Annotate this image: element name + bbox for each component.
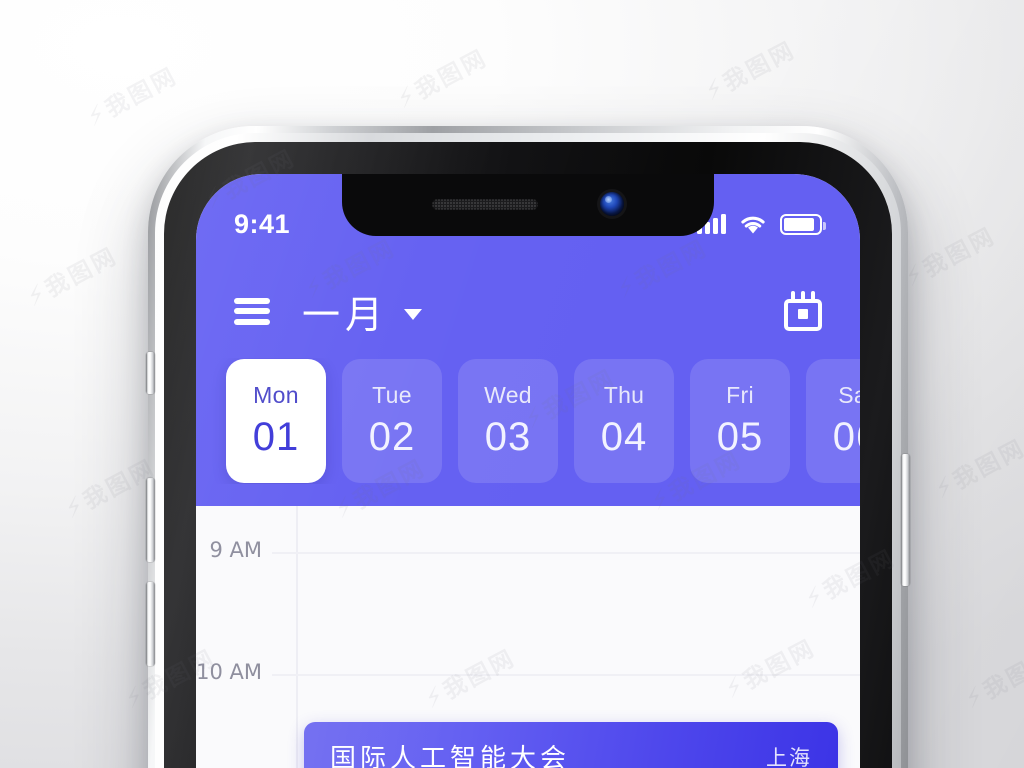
month-selector[interactable]: 一月 [302, 284, 423, 339]
app-header: 9:41 一月 Mon 01 Tue 02 Wed 03 Thu 04 Fri … [196, 174, 860, 506]
power-button[interactable] [901, 454, 910, 586]
date-card-dayofweek: Sat [838, 382, 860, 408]
phone-bezel: 9:41 一月 Mon 01 Tue 02 Wed 03 Thu 04 Fri … [164, 142, 892, 768]
date-card-dayofweek: Thu [603, 382, 645, 408]
wifi-icon [741, 216, 765, 233]
hour-gridline [272, 552, 860, 554]
battery-icon [780, 213, 826, 235]
date-strip[interactable]: Mon01Tue02Wed03Thu04Fri05Sat06Sun07Mon08 [196, 358, 860, 484]
event-card-top: 国际人工智能大会 上海 [330, 738, 812, 768]
date-card-tue-02[interactable]: Tue 02 [342, 359, 442, 483]
mute-switch[interactable] [146, 352, 155, 394]
phone-device: 9:41 一月 Mon 01 Tue 02 Wed 03 Thu 04 Fri … [148, 126, 908, 768]
studio-backdrop: 9:41 一月 Mon 01 Tue 02 Wed 03 Thu 04 Fri … [0, 0, 1024, 768]
hour-row: 9 AM [196, 538, 860, 562]
calendar-icon[interactable] [784, 291, 822, 331]
hour-row: 10 AM [196, 660, 860, 684]
earpiece-speaker-icon [432, 198, 538, 210]
time-column-divider [296, 506, 298, 768]
volume-down-button[interactable] [146, 582, 155, 666]
watermark: ⚡我图网 [930, 434, 1024, 505]
status-icons [697, 213, 826, 235]
hour-gridline [272, 674, 860, 676]
event-card[interactable]: 国际人工智能大会 上海 11 AM – 12 PM | 1 hour to go [304, 722, 838, 768]
date-card-daynumber: 05 [716, 415, 764, 459]
watermark: ⚡我图网 [22, 242, 122, 313]
hour-label: 10 AM [196, 660, 262, 684]
hamburger-menu-icon[interactable] [234, 297, 270, 325]
watermark: ⚡我图网 [700, 36, 800, 107]
watermark: ⚡我图网 [82, 62, 182, 133]
date-card-fri-05[interactable]: Fri 05 [690, 359, 790, 483]
date-card-dayofweek: Fri [726, 382, 754, 408]
event-title: 国际人工智能大会 [330, 744, 571, 768]
chevron-down-icon [404, 308, 423, 320]
front-camera-icon [600, 192, 624, 216]
watermark: ⚡我图网 [960, 644, 1024, 715]
date-card-mon-01[interactable]: Mon 01 [226, 359, 326, 483]
hour-label: 9 AM [209, 538, 262, 562]
watermark: ⚡我图网 [392, 44, 492, 115]
status-time: 9:41 [234, 208, 291, 239]
date-card-thu-04[interactable]: Thu 04 [574, 359, 674, 483]
phone-screen: 9:41 一月 Mon 01 Tue 02 Wed 03 Thu 04 Fri … [196, 174, 860, 768]
date-card-dayofweek: Tue [372, 382, 412, 408]
month-label: 一月 [302, 292, 389, 337]
watermark: ⚡我图网 [900, 222, 1000, 293]
date-card-sat-06[interactable]: Sat 06 [806, 359, 860, 483]
event-location: 上海 [766, 746, 812, 768]
date-card-wed-03[interactable]: Wed 03 [458, 359, 558, 483]
date-card-daynumber: 01 [252, 415, 300, 459]
volume-up-button[interactable] [146, 478, 155, 562]
date-card-daynumber: 03 [484, 415, 532, 459]
date-card-daynumber: 02 [368, 415, 416, 459]
device-notch [342, 174, 714, 236]
date-card-dayofweek: Mon [253, 382, 299, 408]
date-card-dayofweek: Wed [484, 382, 532, 408]
agenda-body: 9 AM10 AM11 AM12 AM 国际人工智能大会 上海 11 AM – … [196, 506, 860, 768]
date-card-daynumber: 06 [832, 415, 860, 459]
nav-row: 一月 [196, 270, 860, 352]
date-card-daynumber: 04 [600, 415, 648, 459]
